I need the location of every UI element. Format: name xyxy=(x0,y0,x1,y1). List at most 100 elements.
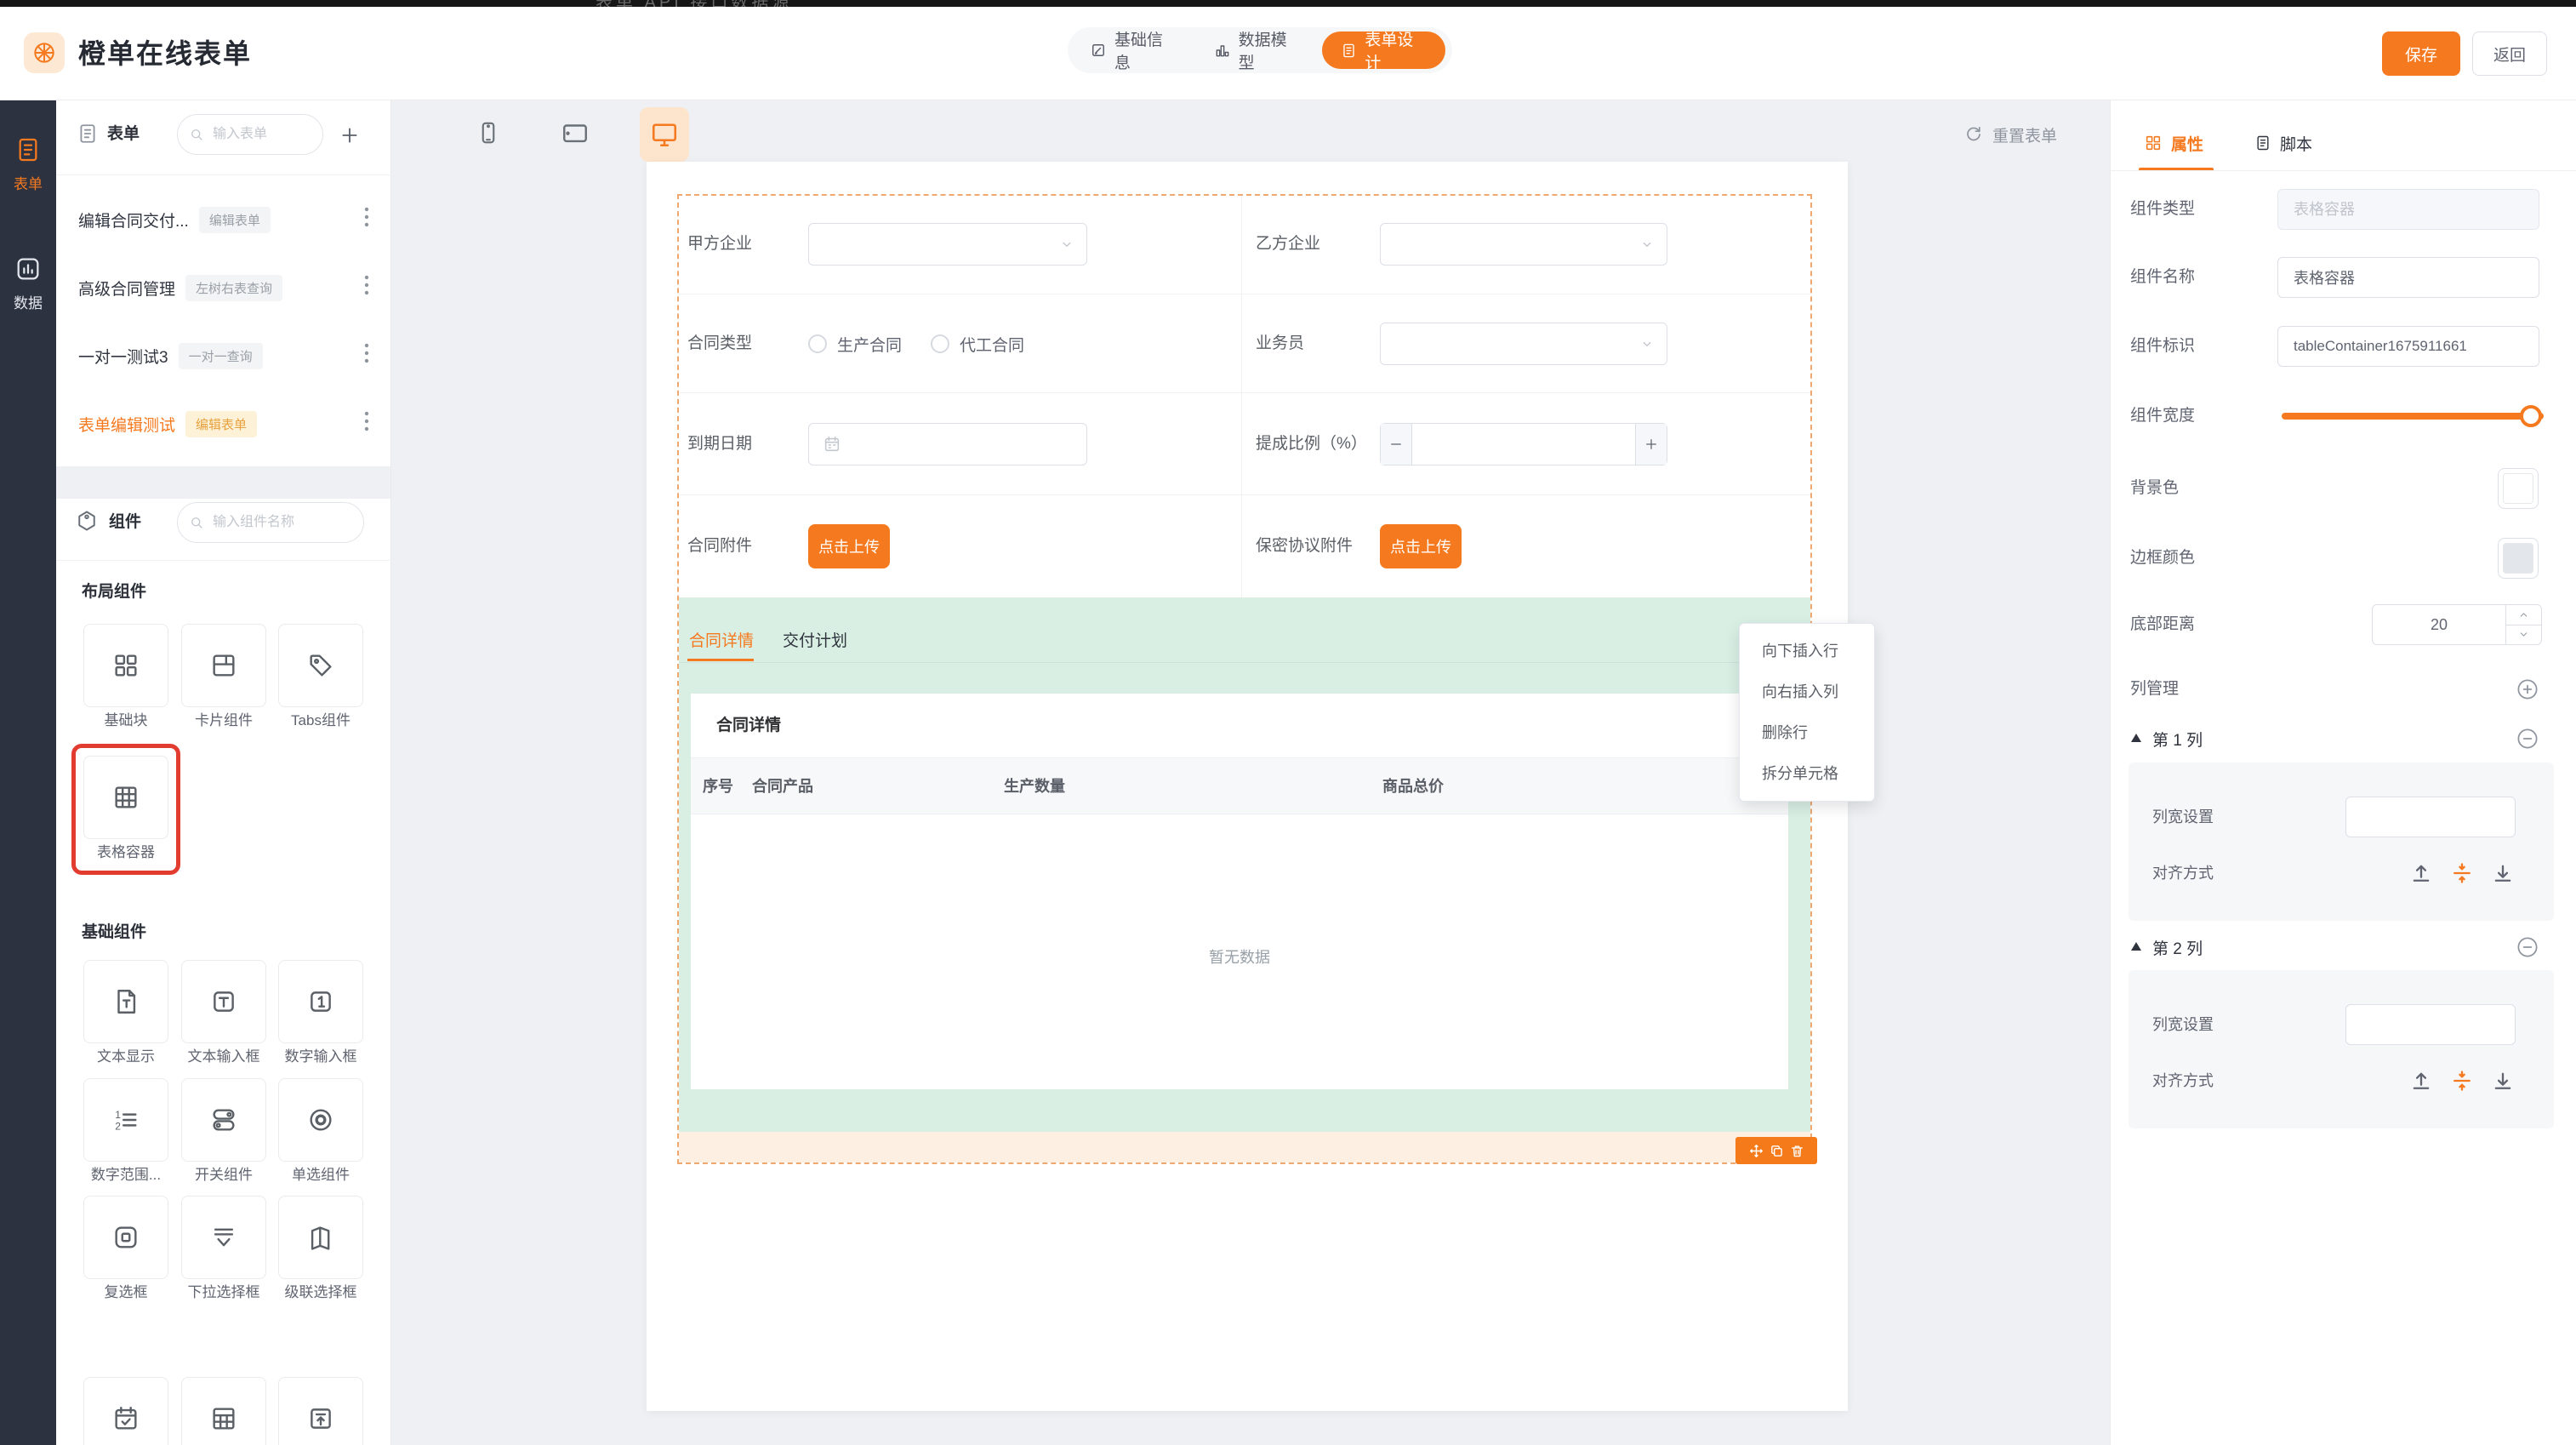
column-2-width-input[interactable] xyxy=(2345,1004,2516,1045)
components-search-input[interactable] xyxy=(211,514,352,531)
component-card-table-grid[interactable] xyxy=(181,1377,266,1445)
remove-column-icon[interactable] xyxy=(2515,726,2540,751)
component-id-input[interactable] xyxy=(2277,326,2539,367)
reset-form-button[interactable]: 重置表单 xyxy=(1963,114,2057,155)
tab-script[interactable]: 脚本 xyxy=(2254,124,2312,162)
tab-contract-detail[interactable]: 合同详情 xyxy=(689,623,754,660)
component-card-tabs[interactable] xyxy=(278,624,363,707)
align-bottom-icon[interactable] xyxy=(2491,1069,2515,1093)
svg-text:1: 1 xyxy=(115,1109,121,1121)
align-bottom-icon[interactable] xyxy=(2491,861,2515,885)
component-card-table-container[interactable] xyxy=(83,756,168,839)
stepper-down-icon[interactable] xyxy=(2506,625,2541,645)
component-card-cascader[interactable] xyxy=(278,1196,363,1279)
component-card-radio[interactable] xyxy=(278,1078,363,1162)
card-title: 合同详情 xyxy=(716,694,781,758)
bottom-margin-input[interactable] xyxy=(2373,605,2505,644)
column-1-header[interactable]: 第 1 列 xyxy=(2130,718,2203,759)
width-slider-handle[interactable] xyxy=(2520,405,2542,427)
plus-icon[interactable] xyxy=(1635,424,1667,465)
components-panel-title: 组件 xyxy=(109,502,141,543)
form-list-item[interactable]: 一对一测试3 一对一查询 xyxy=(56,322,391,390)
tab-data-model[interactable]: 数据模型 xyxy=(1199,27,1316,73)
kebab-menu-icon[interactable] xyxy=(364,410,369,437)
component-name-input[interactable] xyxy=(2277,257,2539,298)
component-card-dropdown[interactable] xyxy=(181,1196,266,1279)
move-icon[interactable] xyxy=(1749,1144,1764,1158)
kebab-menu-icon[interactable] xyxy=(364,342,369,369)
card-icon xyxy=(209,651,238,680)
minus-icon[interactable] xyxy=(1381,424,1412,465)
form-list-item-active[interactable]: 表单编辑测试 编辑表单 xyxy=(56,390,391,458)
menu-item-split-cell[interactable]: 拆分单元格 xyxy=(1740,753,1874,794)
column-1-width-input[interactable] xyxy=(2345,797,2516,837)
rail-item-data[interactable]: 数据 xyxy=(0,255,56,312)
radio-oem-contract[interactable] xyxy=(931,334,949,353)
components-icon xyxy=(75,509,99,533)
header-tab-group: 基础信息 数据模型 表单设计 xyxy=(1068,27,1452,73)
rail-item-forms[interactable]: 表单 xyxy=(0,136,56,193)
delete-icon[interactable] xyxy=(1790,1144,1804,1158)
component-card-checkbox[interactable] xyxy=(83,1196,168,1279)
svg-text:2: 2 xyxy=(115,1120,121,1132)
component-card-card[interactable] xyxy=(181,624,266,707)
form-type-badge: 编辑表单 xyxy=(185,411,257,437)
calendar-icon xyxy=(823,435,841,454)
forms-search-input[interactable] xyxy=(211,126,311,143)
upload-nda-button[interactable]: 点击上传 xyxy=(1380,524,1462,568)
tab-properties[interactable]: 属性 xyxy=(2144,124,2203,162)
component-card-basic-block[interactable] xyxy=(83,624,168,707)
field-label: 业务员 xyxy=(1256,323,1304,365)
form-doc-icon xyxy=(14,136,42,163)
width-slider-track[interactable] xyxy=(2282,413,2544,420)
border-color-picker[interactable] xyxy=(2498,538,2539,579)
tag-icon xyxy=(306,651,335,680)
salesman-select[interactable] xyxy=(1380,323,1667,365)
component-card-text-display[interactable] xyxy=(83,960,168,1043)
component-card-date[interactable] xyxy=(83,1377,168,1445)
back-button[interactable]: 返回 xyxy=(2472,31,2547,76)
device-phone-button[interactable] xyxy=(464,109,512,157)
copy-icon[interactable] xyxy=(1770,1144,1784,1158)
form-list-item[interactable]: 高级合同管理 左树右表查询 xyxy=(56,254,391,322)
form-list-item[interactable]: 编辑合同交付... 编辑表单 xyxy=(56,186,391,254)
radio-production-contract[interactable] xyxy=(808,334,827,353)
align-top-icon[interactable] xyxy=(2409,861,2433,885)
device-tablet-button[interactable] xyxy=(551,109,599,157)
menu-item-insert-row-below[interactable]: 向下插入行 xyxy=(1740,631,1874,671)
party-b-select[interactable] xyxy=(1380,223,1667,266)
add-form-button[interactable] xyxy=(339,124,361,146)
due-date-input[interactable] xyxy=(808,423,1087,465)
column-2-header[interactable]: 第 2 列 xyxy=(2130,927,2203,968)
number-range-icon: 12 xyxy=(111,1105,140,1134)
save-button[interactable]: 保存 xyxy=(2382,31,2460,76)
column-header: 合同产品 xyxy=(752,758,813,814)
background-color-picker[interactable] xyxy=(2498,468,2539,509)
browser-tab-fragment: 表单 API 接口数据源 xyxy=(596,0,792,7)
kebab-menu-icon[interactable] xyxy=(364,274,369,301)
component-card-number-range[interactable]: 12 xyxy=(83,1078,168,1162)
party-a-select[interactable] xyxy=(808,223,1087,266)
upload-contract-button[interactable]: 点击上传 xyxy=(808,524,890,568)
data-chart-icon xyxy=(14,255,42,283)
dropdown-icon xyxy=(209,1223,238,1252)
align-middle-icon[interactable] xyxy=(2450,861,2474,885)
menu-item-delete-row[interactable]: 删除行 xyxy=(1740,712,1874,753)
stepper-up-icon[interactable] xyxy=(2506,605,2541,625)
tab-basic-info[interactable]: 基础信息 xyxy=(1074,27,1192,73)
align-top-icon[interactable] xyxy=(2409,1069,2433,1093)
add-column-icon[interactable] xyxy=(2515,677,2540,702)
remove-column-icon[interactable] xyxy=(2515,934,2540,960)
commission-value-field[interactable] xyxy=(1412,424,1635,465)
tab-delivery-plan[interactable]: 交付计划 xyxy=(783,623,847,660)
kebab-menu-icon[interactable] xyxy=(364,206,369,233)
tab-form-design[interactable]: 表单设计 xyxy=(1322,31,1445,69)
component-card-text-input[interactable] xyxy=(181,960,266,1043)
component-card-switch[interactable] xyxy=(181,1078,266,1162)
menu-item-insert-column-right[interactable]: 向右插入列 xyxy=(1740,671,1874,712)
align-middle-icon[interactable] xyxy=(2450,1069,2474,1093)
component-card-number-input[interactable] xyxy=(278,960,363,1043)
component-card-upload[interactable] xyxy=(278,1377,363,1445)
device-desktop-button[interactable] xyxy=(640,107,689,162)
number-input-icon xyxy=(306,987,335,1016)
